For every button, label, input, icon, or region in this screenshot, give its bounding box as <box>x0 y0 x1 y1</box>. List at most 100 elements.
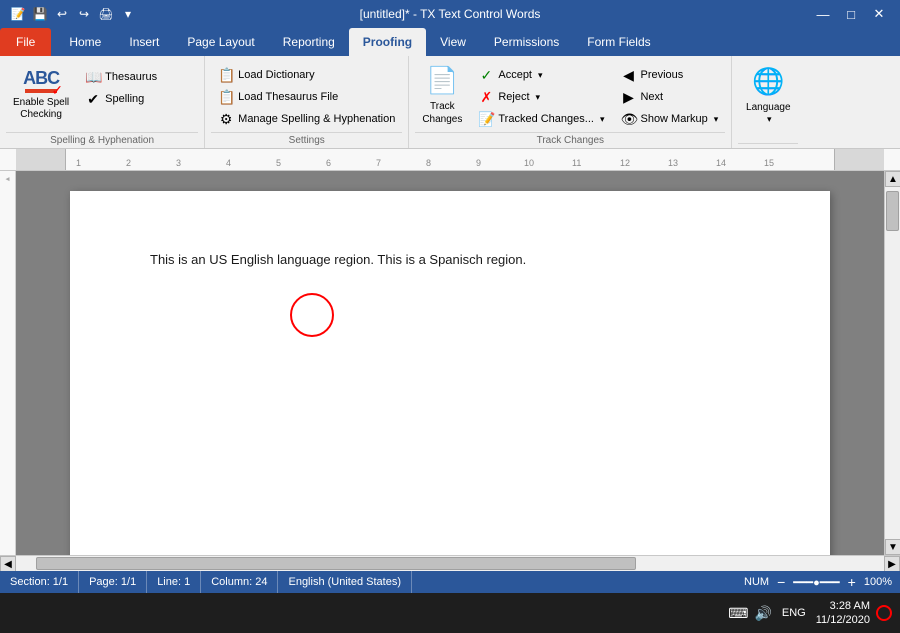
status-num: NUM <box>744 576 769 588</box>
circle-indicator <box>290 293 334 337</box>
window-controls: — □ ✕ <box>810 3 892 25</box>
horizontal-scrollbar[interactable]: ◀ ▶ <box>0 555 900 571</box>
scroll-right-button[interactable]: ▶ <box>884 556 900 572</box>
ribbon-content: ABC ✓ Enable SpellChecking 📖 Thesaurus ✔… <box>0 56 900 149</box>
language-icon: 🌐 <box>752 65 784 99</box>
scroll-down-button[interactable]: ▼ <box>885 539 900 555</box>
load-dictionary-button[interactable]: 📋 Load Dictionary <box>211 64 402 86</box>
enable-spell-checking-button[interactable]: ABC ✓ Enable SpellChecking <box>6 60 76 130</box>
manage-spelling-button[interactable]: ⚙ Manage Spelling & Hyphenation <box>211 108 402 130</box>
show-markup-button[interactable]: 👁 Show Markup ▾ <box>613 108 725 130</box>
minus-icon[interactable]: − <box>777 574 785 590</box>
taskbar: ⌨ 🔊 ENG 3:28 AM 11/12/2020 <box>0 593 900 633</box>
volume-icon[interactable]: 🔊 <box>754 605 771 622</box>
clock: 3:28 AM 11/12/2020 <box>816 599 870 628</box>
language-badge[interactable]: ENG <box>778 605 810 621</box>
print-qat-button[interactable]: 🖨 <box>96 4 116 24</box>
status-column: Column: 24 <box>201 571 278 593</box>
previous-icon: ◀ <box>620 67 636 84</box>
load-thesaurus-icon: 📋 <box>218 89 234 106</box>
spell-check-icon: ABC ✓ <box>23 69 59 95</box>
save-qat-button[interactable]: 💾 <box>30 4 50 24</box>
tab-proofing[interactable]: Proofing <box>349 28 426 56</box>
previous-button[interactable]: ◀ Previous <box>613 64 725 86</box>
scroll-track[interactable] <box>885 187 900 539</box>
scroll-up-button[interactable]: ▲ <box>885 171 900 187</box>
language-group-content: 🌐 Language ▾ <box>738 60 798 141</box>
next-button[interactable]: ▶ Next <box>613 86 725 108</box>
spelling-icon: ✔ <box>85 91 101 108</box>
tab-file[interactable]: File <box>0 28 51 56</box>
document-text[interactable]: This is an US English language region. T… <box>150 251 750 269</box>
time-display: 3:28 AM <box>816 599 870 613</box>
tc-right-col: ✓ Accept ▾ ✗ Reject ▾ 📝 Tracked Changes.… <box>471 60 611 130</box>
track-changes-button[interactable]: 📄 TrackChanges <box>415 60 469 130</box>
taskbar-circle-indicator <box>876 605 892 621</box>
reject-icon: ✗ <box>478 89 494 106</box>
vertical-scrollbar[interactable]: ▲ ▼ <box>884 171 900 555</box>
spelling-button[interactable]: ✔ Spelling <box>78 88 198 110</box>
status-page: Page: 1/1 <box>79 571 147 593</box>
track-changes-group-content: 📄 TrackChanges ✓ Accept ▾ ✗ Reject ▾ 📝 T… <box>415 60 725 130</box>
accept-dropdown-icon[interactable]: ▾ <box>538 70 543 81</box>
close-button[interactable]: ✕ <box>866 3 892 25</box>
tracked-changes-icon: 📝 <box>478 111 494 128</box>
reject-button[interactable]: ✗ Reject ▾ <box>471 86 611 108</box>
reject-dropdown-icon[interactable]: ▾ <box>536 92 541 103</box>
tab-view[interactable]: View <box>426 28 480 56</box>
accept-button[interactable]: ✓ Accept ▾ <box>471 64 611 86</box>
redo-qat-button[interactable]: ↪ <box>74 4 94 24</box>
ribbon-group-spelling: ABC ✓ Enable SpellChecking 📖 Thesaurus ✔… <box>0 56 205 148</box>
undo-qat-button[interactable]: ↩ <box>52 4 72 24</box>
spell-small-col: 📖 Thesaurus ✔ Spelling <box>78 60 198 110</box>
plus-icon[interactable]: + <box>848 574 856 590</box>
tab-home[interactable]: Home <box>55 28 115 56</box>
status-bar: Section: 1/1 Page: 1/1 Line: 1 Column: 2… <box>0 571 900 593</box>
thesaurus-icon: 📖 <box>85 69 101 86</box>
language-button[interactable]: 🌐 Language ▾ <box>738 60 798 130</box>
text-en-region: This is an US English language region. T… <box>150 252 526 267</box>
tab-permissions[interactable]: Permissions <box>480 28 573 56</box>
h-scroll-thumb[interactable] <box>36 557 636 570</box>
track-changes-group-label: Track Changes <box>415 132 725 146</box>
spelling-group-content: ABC ✓ Enable SpellChecking 📖 Thesaurus ✔… <box>6 60 198 130</box>
status-line: Line: 1 <box>147 571 201 593</box>
tab-insert[interactable]: Insert <box>115 28 173 56</box>
quick-access-toolbar: 📝 💾 ↩ ↪ 🖨 ▾ <box>8 4 138 24</box>
next-icon: ▶ <box>620 89 636 106</box>
document-page: This is an US English language region. T… <box>70 191 830 555</box>
thesaurus-button[interactable]: 📖 Thesaurus <box>78 66 198 88</box>
tab-reporting[interactable]: Reporting <box>269 28 349 56</box>
ribbon-tabs: File Home Insert Page Layout Reporting P… <box>0 28 900 56</box>
title-bar-left: 📝 💾 ↩ ↪ 🖨 ▾ <box>8 4 138 24</box>
language-group-label <box>738 143 798 146</box>
zoom-level: 100% <box>864 576 892 588</box>
tab-page-layout[interactable]: Page Layout <box>173 28 268 56</box>
tracked-changes-dropdown-icon[interactable]: ▾ <box>600 114 605 125</box>
maximize-button[interactable]: □ <box>838 3 864 25</box>
window-title: [untitled]* - TX Text Control Words <box>360 7 541 21</box>
language-dropdown-icon[interactable]: ▾ <box>767 114 772 126</box>
h-scroll-track[interactable] <box>16 556 884 571</box>
qat-dropdown-button[interactable]: ▾ <box>118 4 138 24</box>
scroll-thumb[interactable] <box>886 191 899 231</box>
keyboard-icon[interactable]: ⌨ <box>728 605 748 622</box>
title-bar: 📝 💾 ↩ ↪ 🖨 ▾ [untitled]* - TX Text Contro… <box>0 0 900 28</box>
tc-nav-col: ◀ Previous ▶ Next 👁 Show Markup ▾ <box>613 60 725 130</box>
manage-icon: ⚙ <box>218 111 234 128</box>
settings-col: 📋 Load Dictionary 📋 Load Thesaurus File … <box>211 60 402 130</box>
taskbar-right: ⌨ 🔊 ENG 3:28 AM 11/12/2020 <box>728 599 892 628</box>
zoom-slider[interactable]: ━━━●━━━ <box>793 576 839 589</box>
tab-form-fields[interactable]: Form Fields <box>573 28 664 56</box>
spelling-group-label: Spelling & Hyphenation <box>6 132 198 146</box>
show-markup-icon: 👁 <box>620 111 636 128</box>
tracked-changes-button[interactable]: 📝 Tracked Changes... ▾ <box>471 108 611 130</box>
show-markup-dropdown-icon[interactable]: ▾ <box>714 114 719 125</box>
status-section: Section: 1/1 <box>0 571 79 593</box>
load-thesaurus-button[interactable]: 📋 Load Thesaurus File <box>211 86 402 108</box>
document-area: ▸ This is an US English language region.… <box>0 171 900 555</box>
minimize-button[interactable]: — <box>810 3 836 25</box>
scroll-left-button[interactable]: ◀ <box>0 556 16 572</box>
accept-icon: ✓ <box>478 67 494 84</box>
ribbon-group-track-changes: 📄 TrackChanges ✓ Accept ▾ ✗ Reject ▾ 📝 T… <box>409 56 732 148</box>
